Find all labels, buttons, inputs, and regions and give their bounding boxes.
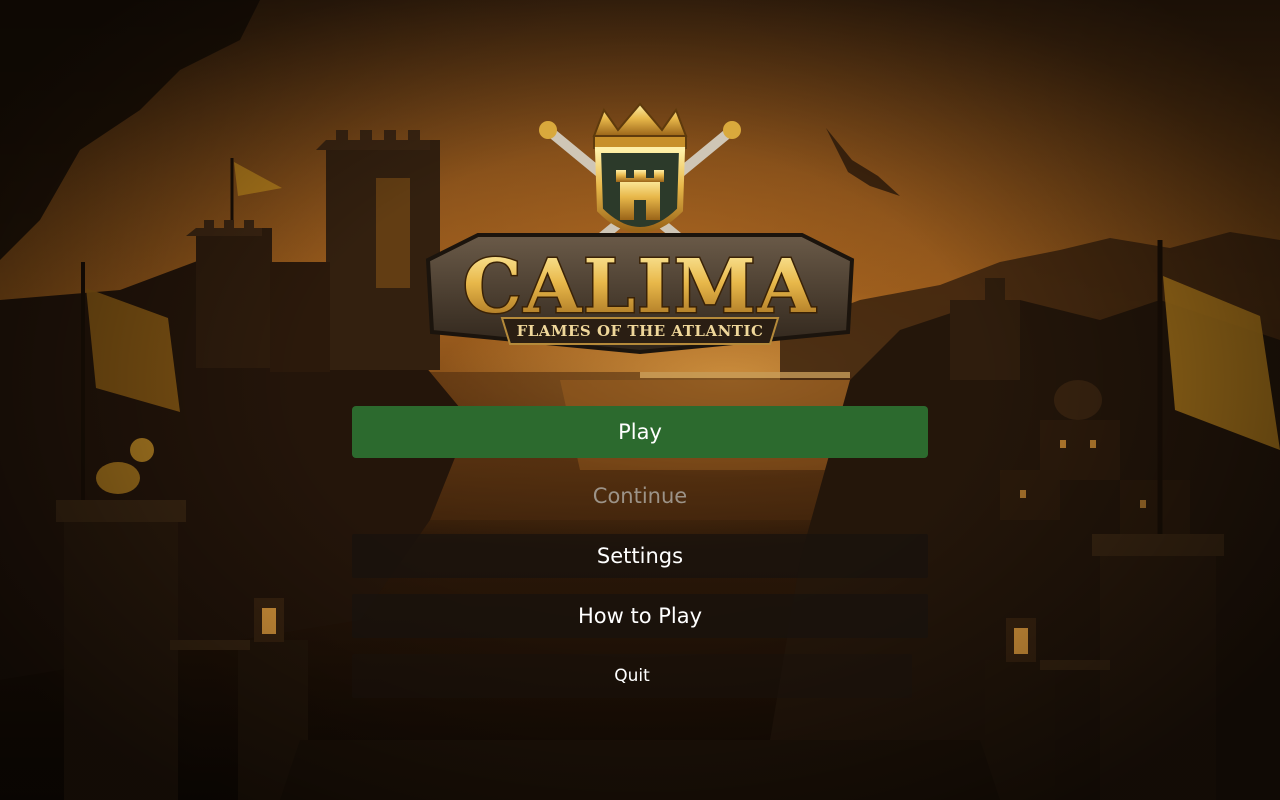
game-logo: CALIMA FLAMES OF THE ATLANTIC [425,102,855,355]
continue-button: Continue [352,476,928,516]
play-button[interactable]: Play [352,406,928,458]
how-to-play-button[interactable]: How to Play [352,594,928,638]
settings-button[interactable]: Settings [352,534,928,578]
shield-icon [594,147,686,233]
crown-icon [592,102,688,149]
quit-button[interactable]: Quit [352,654,912,698]
main-menu-screen: CALIMA FLAMES OF THE ATLANTIC Play Conti… [0,0,1280,800]
game-subtitle: FLAMES OF THE ATLANTIC [517,322,764,340]
